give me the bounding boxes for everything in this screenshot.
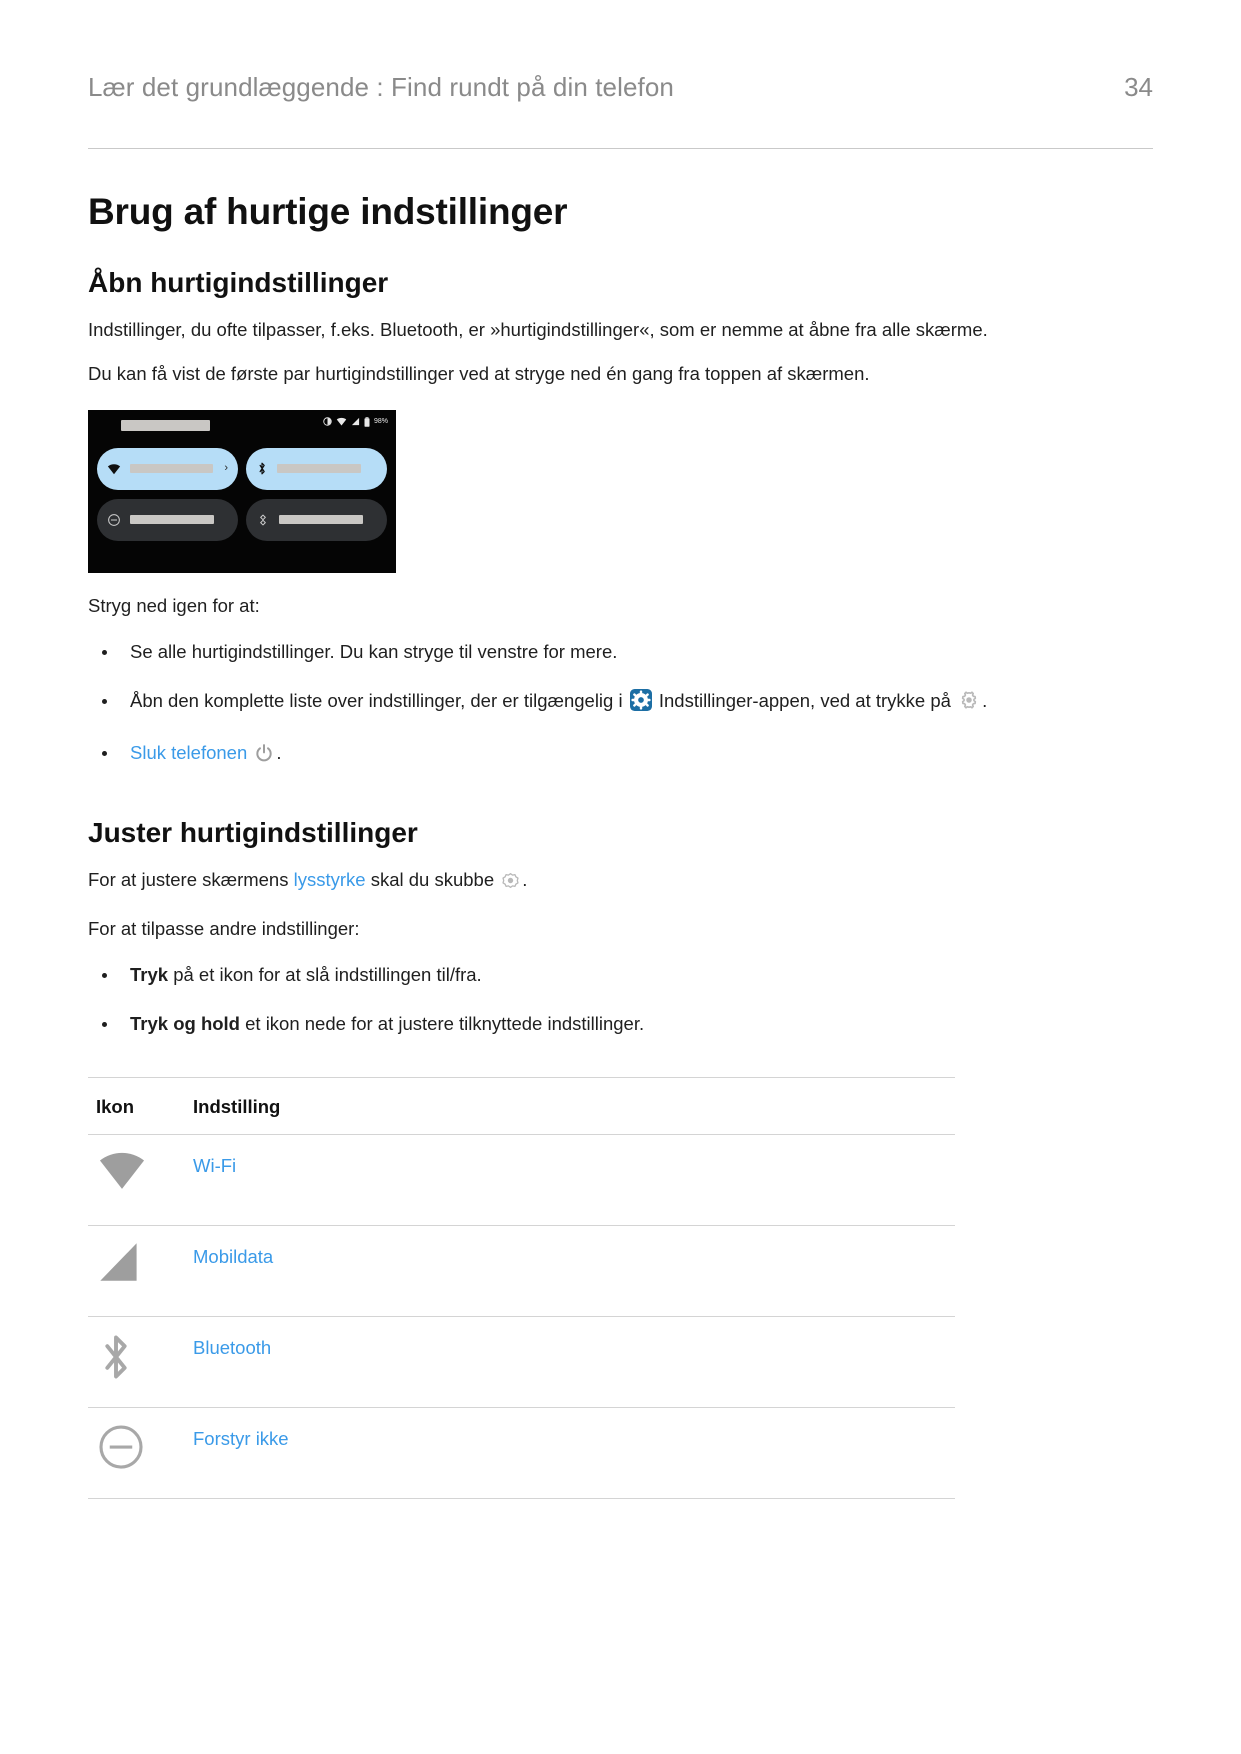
paragraph-swipe-again: Stryg ned igen for at:	[88, 594, 260, 616]
table-body: Wi-Fi Mobildata Bluetooth Forstyr ikke	[88, 1134, 955, 1500]
bullet-text-open-settings-pre: Åbn den komplette liste over indstilling…	[130, 689, 623, 711]
list-item: Åbn den komplette liste over indstilling…	[88, 688, 1140, 719]
tile-wifi[interactable]: ›	[97, 447, 238, 490]
auto-rotate-icon	[260, 514, 266, 525]
link-brightness[interactable]: lysstyrke	[294, 869, 366, 890]
tile-do-not-disturb[interactable]	[97, 498, 238, 541]
quick-settings-table: Ikon Indstilling Wi-Fi Mobildata Bluetoo…	[88, 1077, 955, 1500]
cell-label-mobile-data: Mobildata	[193, 1225, 955, 1318]
list-item: Tryk på et ikon for at slå indstillingen…	[88, 962, 1140, 989]
do-not-disturb-icon	[99, 1425, 143, 1469]
bullet-text-turn-off-post: .	[276, 742, 282, 764]
tile-label-placeholder	[279, 515, 363, 525]
link-mobildata[interactable]: Mobildata	[193, 1246, 273, 1267]
bullet-bold-tap-hold: Tryk og hold	[130, 1012, 240, 1034]
table-header: Ikon Indstilling	[88, 1077, 955, 1136]
cell-icon-bluetooth	[88, 1316, 193, 1409]
bullet-list-customize: Tryk på et ikon for at slå indstillingen…	[88, 962, 1153, 1038]
brightness-text-post: .	[522, 869, 528, 891]
link-forstyr-ikke[interactable]: Forstyr ikke	[193, 1428, 289, 1449]
brightness-icon	[501, 871, 520, 897]
running-header: Lær det grundlæggende : Find rundt på di…	[88, 0, 1153, 103]
status-bar-icons: 98%	[323, 416, 388, 427]
phone-status-bar: 98%	[88, 410, 396, 440]
cell-icon-wifi	[88, 1134, 193, 1227]
bullet-text-tap: på et ikon for at slå indstillingen til/…	[173, 963, 482, 985]
cell-icon-mobile-data	[88, 1225, 193, 1318]
cell-label-wifi: Wi-Fi	[193, 1134, 955, 1227]
paragraph-customize-intro: For at tilpasse andre indstillinger:	[88, 917, 360, 939]
table-row: Forstyr ikke	[88, 1407, 955, 1500]
bluetooth-icon	[259, 462, 265, 475]
section-heading-adjust-quick-settings: Juster hurtigindstillinger	[88, 817, 418, 849]
wifi-icon	[99, 1153, 145, 1190]
paragraph-quick-settings-intro: Indstillinger, du ofte tilpasser, f.eks.…	[88, 319, 988, 340]
paragraph-brightness: For at justere skærmens lysstyrke skal d…	[88, 867, 988, 897]
wifi-icon	[107, 463, 121, 474]
running-header-title: Lær det grundlæggende : Find rundt på di…	[88, 72, 674, 102]
cell-label-do-not-disturb: Forstyr ikke	[193, 1407, 955, 1500]
brightness-text-mid: skal du skubbe	[370, 869, 495, 891]
link-bluetooth[interactable]: Bluetooth	[193, 1337, 271, 1358]
tile-bluetooth[interactable]	[246, 447, 387, 490]
column-header-setting: Indstilling	[193, 1077, 955, 1136]
brightness-text-pre: For at justere skærmens	[88, 869, 289, 891]
page-title: Brug af hurtige indstillinger	[88, 191, 568, 232]
tile-label-placeholder	[130, 464, 214, 474]
bullet-text-open-settings-post: .	[982, 689, 988, 711]
link-turn-off-phone[interactable]: Sluk telefonen	[130, 742, 247, 763]
cell-icon-do-not-disturb	[88, 1407, 193, 1500]
header-divider	[88, 148, 1153, 149]
wifi-icon	[336, 417, 347, 426]
bullet-list-swipe-actions: Se alle hurtigindstillinger. Du kan stry…	[88, 639, 1153, 771]
bullet-bold-tap: Tryk	[130, 963, 169, 985]
chevron-right-icon[interactable]: ›	[224, 463, 228, 474]
table-row: Mobildata	[88, 1225, 955, 1318]
battery-icon	[364, 416, 370, 427]
paragraph-swipe-once: Du kan få vist de første par hurtigindst…	[88, 363, 870, 385]
brightness-auto-icon	[323, 417, 332, 426]
table-row: Wi-Fi	[88, 1134, 955, 1227]
tile-label-placeholder	[277, 464, 361, 474]
cell-label-bluetooth: Bluetooth	[193, 1316, 955, 1409]
tile-auto-rotate[interactable]	[246, 498, 387, 541]
table-header-row: Ikon Indstilling	[88, 1077, 955, 1136]
list-item: Sluk telefonen .	[88, 740, 1140, 771]
phone-quick-settings-screenshot: 98% ›	[88, 409, 396, 573]
table-row: Bluetooth	[88, 1316, 955, 1409]
power-icon	[254, 743, 274, 771]
section-heading-open-quick-settings: Åbn hurtigindstillinger	[88, 267, 389, 298]
list-item: Se alle hurtigindstillinger. Du kan stry…	[88, 639, 1140, 666]
battery-percent-text: 98%	[373, 418, 388, 426]
tile-label-placeholder	[130, 515, 214, 525]
settings-gear-badge-icon	[629, 688, 652, 719]
column-header-icon: Ikon	[88, 1077, 193, 1136]
status-bar-placeholder-pill	[121, 419, 210, 431]
list-item: Tryk og hold et ikon nede for at justere…	[88, 1011, 1140, 1038]
mobile-data-icon	[100, 1243, 137, 1282]
signal-icon	[351, 417, 360, 426]
quick-settings-tiles: ›	[97, 447, 387, 541]
do-not-disturb-icon	[108, 513, 120, 526]
settings-gear-outline-icon	[958, 689, 980, 719]
bullet-text-tap-hold: et ikon nede for at justere tilknyttede …	[245, 1012, 645, 1034]
bullet-text-open-settings-mid: Indstillinger-appen, ved at trykke på	[658, 689, 951, 711]
bullet-text-see-all: Se alle hurtigindstillinger. Du kan stry…	[130, 640, 618, 662]
bluetooth-icon	[105, 1335, 127, 1379]
link-wifi[interactable]: Wi-Fi	[193, 1155, 236, 1176]
page-number: 34	[1124, 72, 1153, 102]
document-page: Lær det grundlæggende : Find rundt på di…	[0, 0, 1241, 1500]
